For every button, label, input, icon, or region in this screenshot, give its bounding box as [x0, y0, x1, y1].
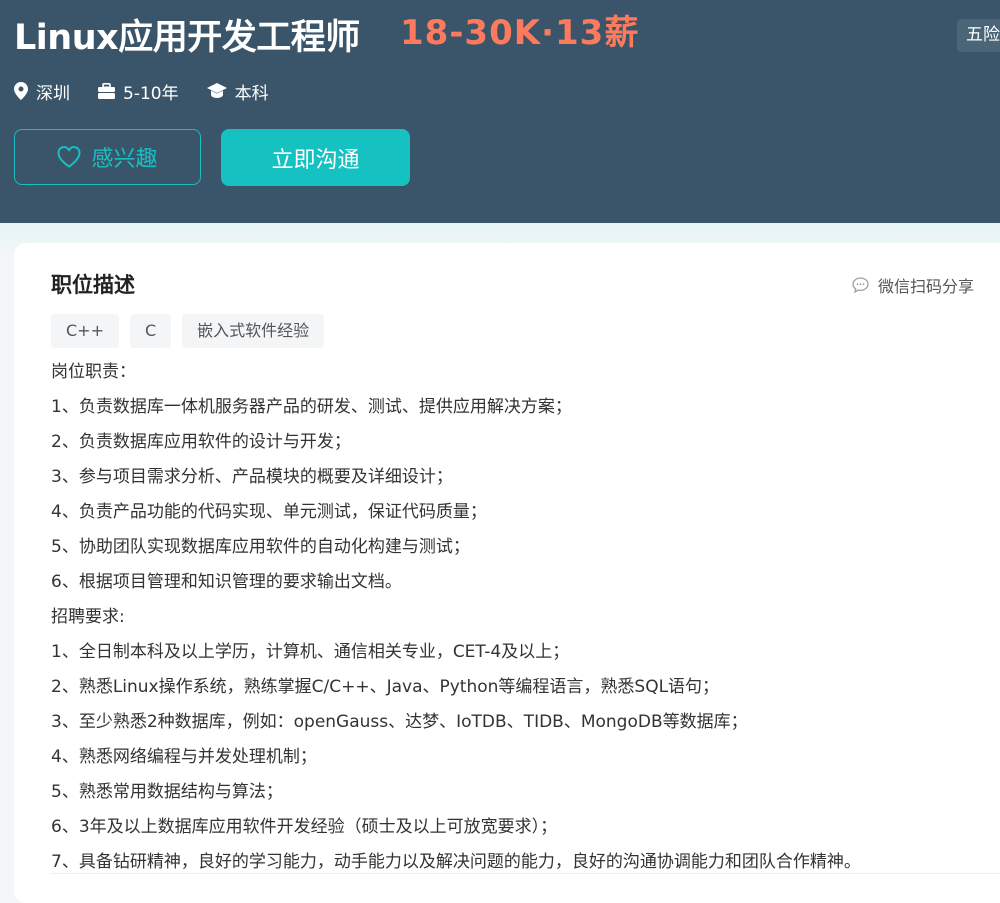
experience-text: 5-10年	[123, 83, 179, 104]
description-line: 2、熟悉Linux操作系统，熟练掌握C/C++、Java、Python等编程语言…	[51, 677, 720, 697]
description-line: 招聘要求:	[51, 607, 125, 627]
description-line: 5、协助团队实现数据库应用软件的自动化构建与测试；	[51, 537, 470, 557]
job-description-text: 岗位职责： 1、负责数据库一体机服务器产品的研发、测试、提供应用解决方案； 2、…	[51, 355, 1000, 880]
job-meta: 深圳 5-10年 本科	[14, 76, 297, 106]
description-line: 4、负责产品功能的代码实现、单元测试，保证代码质量；	[51, 502, 487, 522]
skill-tag: C	[129, 314, 172, 348]
description-line: 4、熟悉网络编程与并发处理机制；	[51, 747, 317, 767]
description-line: 岗位职责：	[51, 362, 136, 382]
location-text: 深圳	[36, 83, 70, 104]
interest-label: 感兴趣	[91, 147, 158, 172]
share-label: 微信扫码分享	[878, 277, 975, 296]
briefcase-icon	[98, 83, 115, 99]
description-line: 2、负责数据库应用软件的设计与开发；	[51, 432, 351, 452]
skill-tags: C++ C 嵌入式软件经验	[51, 314, 335, 348]
education-text: 本科	[234, 83, 269, 104]
chat-bubble-icon	[852, 277, 869, 293]
description-line: 1、全日制本科及以上学历，计算机、通信相关专业，CET-4及以上；	[51, 642, 570, 662]
location-pin-icon	[14, 82, 28, 100]
skill-tag: 嵌入式软件经验	[182, 314, 325, 348]
job-header: Linux应用开发工程师 18-30K·13薪 五险 深圳 5-10年 本科 感…	[0, 0, 1000, 223]
description-line: 3、参与项目需求分析、产品模块的概要及详细设计；	[51, 467, 453, 487]
education-meta: 本科	[206, 79, 269, 104]
experience-meta: 5-10年	[98, 79, 179, 104]
salary: 18-30K·13薪	[400, 13, 640, 53]
description-line: 5、熟悉常用数据结构与算法；	[51, 782, 283, 802]
wechat-share[interactable]: 微信扫码分享	[852, 273, 974, 297]
benefit-badge: 五险	[957, 19, 1000, 52]
job-description-card: 职位描述 微信扫码分享 C++ C 嵌入式软件经验 岗位职责： 1、负责数据库一…	[14, 243, 1000, 903]
description-line: 6、3年及以上数据库应用软件开发经验（硕士及以上可放宽要求）；	[51, 817, 558, 837]
location-meta: 深圳	[14, 79, 70, 104]
skill-tag: C++	[51, 314, 119, 348]
section-title: 职位描述	[51, 273, 135, 297]
job-title: Linux应用开发工程师	[14, 18, 360, 58]
divider	[51, 873, 1000, 874]
description-line: 3、至少熟悉2种数据库，例如：openGauss、达梦、IoTDB、TIDB、M…	[51, 712, 748, 732]
chat-now-button[interactable]: 立即沟通	[221, 129, 410, 186]
description-line: 7、具备钻研精神，良好的学习能力，动手能力以及解决问题的能力，良好的沟通协调能力…	[51, 852, 861, 872]
heart-icon	[57, 146, 81, 168]
graduation-cap-icon	[206, 83, 227, 98]
description-line: 1、负责数据库一体机服务器产品的研发、测试、提供应用解决方案；	[51, 397, 572, 417]
interest-button[interactable]: 感兴趣	[14, 129, 201, 185]
description-line: 6、根据项目管理和知识管理的要求输出文档。	[51, 572, 402, 592]
